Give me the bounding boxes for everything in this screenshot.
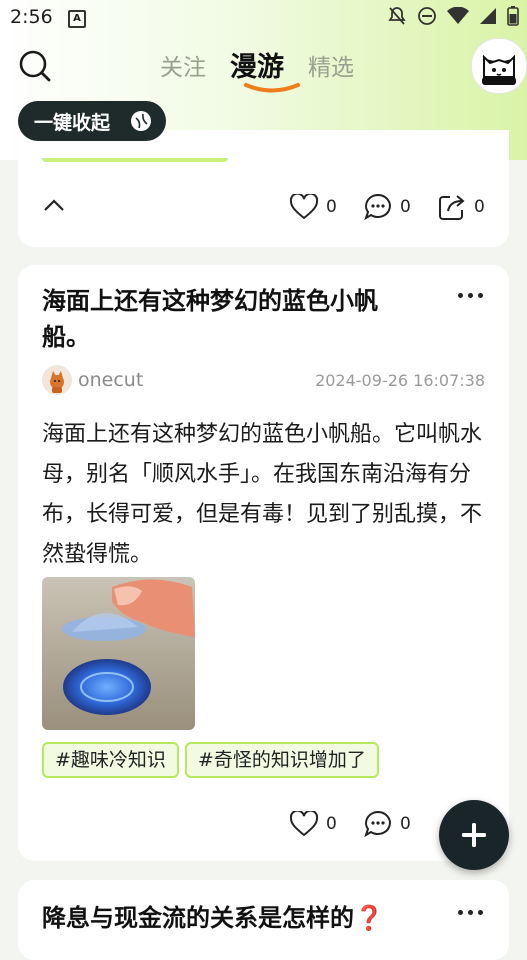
chevron-up-icon[interactable] [42, 197, 66, 213]
tab-featured[interactable]: 精选 [308, 48, 354, 87]
previous-post-actions: 0 0 0 [290, 193, 512, 221]
post-image[interactable] [42, 577, 195, 730]
comment-button[interactable]: 0 [364, 810, 438, 838]
next-post-title[interactable]: 降息与现金流的关系是怎样的❓ [42, 898, 384, 933]
heart-icon [290, 811, 318, 837]
notification-a-icon: A [68, 10, 86, 28]
fox-avatar-icon [50, 371, 64, 393]
post-title[interactable]: 海面上还有这种梦幻的蓝色小帆船。 [42, 283, 422, 355]
like-count: 0 [326, 197, 337, 217]
author-avatar[interactable] [42, 365, 72, 395]
author-name[interactable]: onecut [78, 369, 143, 391]
tag-list: #趣味冷知识 #奇怪的知识增加了 [42, 742, 379, 778]
author-row: onecut 2024-09-26 16:07:38 [42, 365, 485, 395]
heart-icon [290, 194, 318, 220]
battery-icon [507, 6, 519, 26]
signal-icon [480, 8, 496, 24]
like-button[interactable]: 0 [290, 194, 364, 220]
like-count: 0 [326, 814, 337, 834]
post-card[interactable]: 海面上还有这种梦幻的蓝色小帆船。 onecut 2024-09-26 16:07… [18, 265, 509, 861]
comment-icon [364, 193, 391, 221]
more-options-button[interactable] [458, 293, 483, 298]
dnd-icon [418, 7, 436, 25]
wifi-icon [447, 7, 469, 24]
share-count: 0 [474, 197, 485, 217]
share-icon [439, 195, 465, 220]
next-post-card[interactable]: 降息与现金流的关系是怎样的❓ [18, 880, 509, 960]
previous-post-card: 0 0 0 [18, 130, 509, 247]
more-options-button[interactable] [458, 910, 483, 915]
post-body[interactable]: 海面上还有这种梦幻的蓝色小帆船。它叫帆水母，别名「顺风水手」。在我国东南沿海有分… [42, 415, 487, 575]
user-avatar[interactable] [471, 38, 527, 94]
share-button[interactable]: 0 [438, 193, 512, 221]
status-bar: 2:56 A [0, 0, 527, 36]
tag-chip[interactable]: #奇怪的知识增加了 [184, 742, 379, 778]
collapse-all-label: 一键收起 [34, 111, 111, 134]
mute-bell-icon [388, 7, 406, 25]
active-tab-indicator [244, 83, 300, 93]
plus-icon [462, 823, 486, 847]
cat-avatar-icon [482, 54, 516, 85]
create-post-button[interactable] [439, 800, 509, 870]
tab-following[interactable]: 关注 [160, 48, 206, 87]
tag-remnant [42, 158, 228, 162]
post-datetime: 2024-09-26 16:07:38 [315, 371, 485, 390]
ball-icon [131, 111, 151, 131]
jellyfish-photo [42, 577, 195, 730]
comment-count: 0 [400, 197, 411, 217]
comment-button[interactable]: 0 [364, 193, 438, 221]
comment-count: 0 [400, 814, 411, 834]
tab-roam[interactable]: 漫游 [230, 45, 284, 84]
status-time: 2:56 [10, 6, 53, 28]
post-actions: 0 0 [290, 810, 438, 838]
like-button[interactable]: 0 [290, 811, 364, 837]
collapse-all-button[interactable]: 一键收起 [18, 101, 166, 141]
comment-icon [364, 810, 391, 838]
search-icon[interactable] [18, 49, 52, 83]
tag-chip[interactable]: #趣味冷知识 [42, 742, 179, 778]
